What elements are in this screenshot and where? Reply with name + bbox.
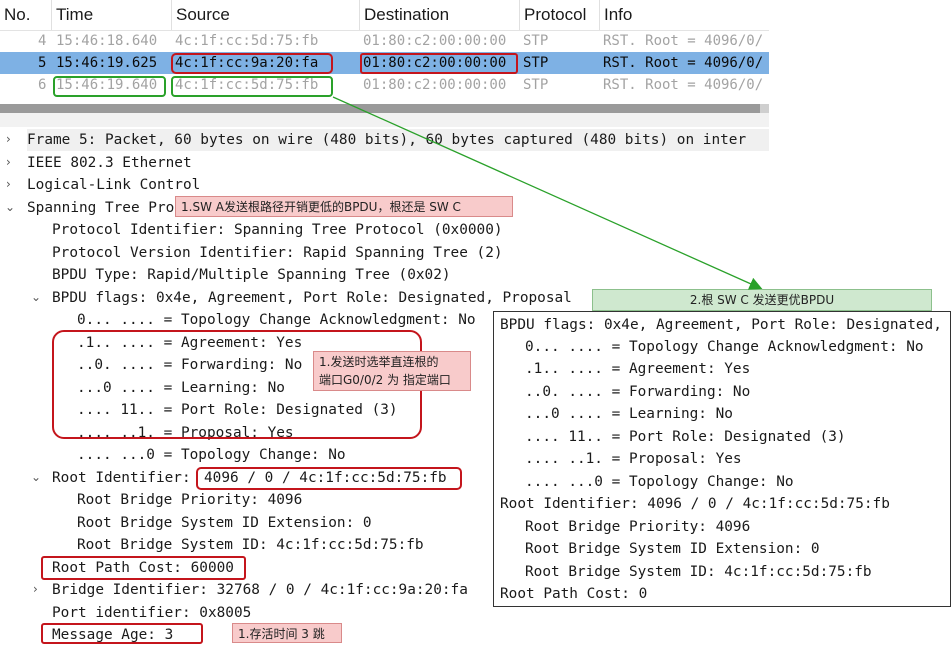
source-green-highlight-box (171, 76, 333, 97)
column-header-source[interactable]: Source (172, 0, 360, 30)
packet-protocol: STP (523, 33, 549, 49)
scrollbar-thumb[interactable] (0, 104, 760, 113)
expand-arrow-icon[interactable]: › (6, 155, 11, 169)
tree-bridge-id[interactable]: Bridge Identifier: 32768 / 0 / 4c:1f:cc:… (52, 579, 468, 601)
tree-port-id[interactable]: Port identifier: 0x8005 (52, 602, 251, 624)
panel-flag-proposal: .... ..1. = Proposal: Yes (525, 451, 742, 467)
source-highlight-box (171, 53, 333, 74)
panel-flag-tc-ack: 0... .... = Topology Change Acknowledgme… (525, 339, 924, 355)
note-designated-port: 1.发送时选举直连根的 端口G0/0/2 为 指定端口 (313, 351, 471, 391)
root-path-cost-highlight-box (41, 556, 246, 580)
column-header-time[interactable]: Time (52, 0, 172, 30)
panel-bpdu-flags: BPDU flags: 0x4e, Agreement, Port Role: … (500, 317, 942, 333)
column-header-protocol[interactable]: Protocol (520, 0, 600, 30)
packet-row-4[interactable]: 4 15:46:18.640 4c:1f:cc:5d:75:fb 01:80:c… (0, 30, 769, 52)
tree-llc[interactable]: Logical-Link Control (27, 174, 200, 196)
destination-highlight-box (360, 53, 518, 74)
panel-root-id: Root Identifier: 4096 / 0 / 4c:1f:cc:5d:… (500, 496, 890, 512)
panel-flag-topology-change: .... ...0 = Topology Change: No (525, 474, 794, 490)
packet-time: 15:46:18.640 (56, 33, 158, 49)
root-ext[interactable]: Root Bridge System ID Extension: 0 (77, 512, 372, 534)
expand-arrow-icon[interactable]: › (6, 177, 11, 191)
column-header-destination[interactable]: Destination (360, 0, 520, 30)
tree-bpdu-flags[interactable]: BPDU flags: 0x4e, Agreement, Port Role: … (52, 287, 572, 309)
pane-splitter[interactable] (0, 113, 769, 127)
panel-flag-forwarding: ..0. .... = Forwarding: No (525, 384, 751, 400)
comparison-panel: BPDU flags: 0x4e, Agreement, Port Role: … (493, 311, 951, 607)
column-header-no[interactable]: No. (0, 0, 52, 30)
packet-info: RST. Root = 4096/0/ (603, 55, 764, 71)
packet-protocol: STP (523, 77, 549, 93)
expand-arrow-icon[interactable]: › (33, 582, 38, 596)
tree-proto-id[interactable]: Protocol Identifier: Spanning Tree Proto… (52, 219, 503, 241)
note-sw-a-bpdu: 1.SW A发送根路径开销更低的BPDU，根还是 SW C (175, 196, 513, 217)
tree-root-id-label[interactable]: Root Identifier: (52, 467, 191, 489)
expand-arrow-icon[interactable]: › (6, 132, 11, 146)
message-age-highlight-box (41, 623, 203, 644)
collapse-arrow-icon[interactable]: ⌄ (31, 290, 41, 304)
packet-protocol: STP (523, 55, 549, 71)
tree-ieee[interactable]: IEEE 802.3 Ethernet (27, 152, 192, 174)
flag-tc-ack[interactable]: 0... .... = Topology Change Acknowledgme… (77, 309, 476, 331)
time-highlight-box (53, 76, 166, 97)
packet-time: 15:46:19.625 (56, 55, 158, 71)
panel-root-ext: Root Bridge System ID Extension: 0 (525, 541, 820, 557)
column-header-info[interactable]: Info (600, 0, 769, 30)
packet-destination: 01:80:c2:00:00:00 (363, 77, 507, 93)
packet-list-header: No. Time Source Destination Protocol Inf… (0, 0, 769, 31)
packet-info: RST. Root = 4096/0/ (603, 33, 764, 49)
panel-root-sysid: Root Bridge System ID: 4c:1f:cc:5d:75:fb (525, 564, 872, 580)
root-id-highlight-box (196, 467, 462, 490)
tree-proto-ver[interactable]: Protocol Version Identifier: Rapid Spann… (52, 242, 503, 264)
panel-flag-learning: ...0 .... = Learning: No (525, 406, 733, 422)
tree-stp[interactable]: Spanning Tree Pro (27, 197, 174, 219)
flag-topology-change[interactable]: .... ...0 = Topology Change: No (77, 444, 346, 466)
collapse-arrow-icon[interactable]: ⌄ (31, 470, 41, 484)
packet-no: 6 (38, 77, 47, 93)
tree-frame[interactable]: Frame 5: Packet, 60 bytes on wire (480 b… (27, 129, 769, 151)
panel-flag-port-role: .... 11.. = Port Role: Designated (3) (525, 429, 846, 445)
tree-bpdu-type[interactable]: BPDU Type: Rapid/Multiple Spanning Tree … (52, 264, 451, 286)
horizontal-scrollbar[interactable] (0, 104, 769, 113)
root-priority[interactable]: Root Bridge Priority: 4096 (77, 489, 302, 511)
note-root-better-bpdu: 2.根 SW C 发送更优BPDU (592, 289, 932, 311)
panel-root-path-cost: Root Path Cost: 0 (500, 586, 648, 602)
packet-info: RST. Root = 4096/0/ (603, 77, 764, 93)
collapse-arrow-icon[interactable]: ⌄ (5, 200, 15, 214)
packet-destination: 01:80:c2:00:00:00 (363, 33, 507, 49)
root-sysid[interactable]: Root Bridge System ID: 4c:1f:cc:5d:75:fb (77, 534, 424, 556)
packet-source: 4c:1f:cc:5d:75:fb (175, 33, 319, 49)
panel-flag-agreement: .1.. .... = Agreement: Yes (525, 361, 751, 377)
packet-no: 4 (38, 33, 47, 49)
note-message-age: 1.存活时间 3 跳 (232, 623, 342, 643)
packet-no: 5 (38, 55, 47, 71)
panel-root-priority: Root Bridge Priority: 4096 (525, 519, 751, 535)
